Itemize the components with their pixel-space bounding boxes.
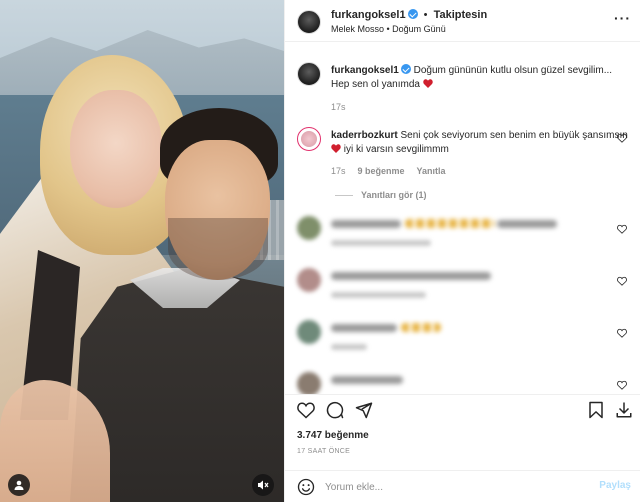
header-separator: • (423, 9, 428, 21)
caption-avatar[interactable] (297, 62, 321, 86)
comment-text-block: kaderrbozkurt Seni çok seviyorum sen ben… (331, 129, 631, 157)
bookmark-icon[interactable] (587, 401, 605, 419)
list-item (297, 372, 629, 394)
follow-status[interactable]: Takiptesin (434, 9, 488, 21)
caption-time: 17s (331, 102, 346, 112)
comment-like-icon[interactable] (617, 328, 627, 338)
caption-text-block: furkangoksel1 Doğum gününün kutlu olsun … (331, 64, 631, 92)
blurred-text (497, 220, 557, 228)
verified-icon (400, 64, 411, 74)
comments-list[interactable]: furkangoksel1 Doğum gününün kutlu olsun … (285, 42, 640, 394)
tag-user-icon[interactable] (8, 474, 30, 496)
list-item (297, 320, 629, 350)
list-item (297, 216, 629, 246)
caption-username[interactable]: furkangoksel1 (331, 65, 399, 76)
heart-emoji-icon (331, 144, 341, 153)
blurred-avatar (297, 320, 321, 344)
blurred-text (331, 324, 397, 332)
blurred-avatar (297, 372, 321, 394)
heart-emoji-icon (423, 79, 433, 88)
comment-like-icon[interactable] (617, 133, 627, 143)
blurred-text (331, 272, 491, 280)
download-icon[interactable] (615, 401, 633, 419)
blurred-avatar (297, 268, 321, 292)
likes-count[interactable]: 3.747 beğenme (297, 430, 369, 441)
list-item (297, 268, 629, 298)
comment-likes[interactable]: 9 beğenme (358, 166, 405, 176)
post-header: furkangoksel1 • Takiptesin Melek Mosso •… (285, 0, 640, 42)
mute-icon[interactable] (252, 474, 274, 496)
share-icon[interactable] (355, 401, 373, 419)
post-comment-button[interactable]: Paylaş (599, 480, 631, 491)
heart-icon[interactable] (297, 401, 315, 419)
comment-icon[interactable] (326, 401, 344, 419)
header-username[interactable]: furkangoksel1 (331, 9, 406, 21)
emoji-icon[interactable] (297, 478, 315, 496)
blurred-meta (331, 292, 426, 298)
comment-text-part2: iyi ki varsın sevgilimmm (343, 144, 449, 155)
header-user-line: furkangoksel1 • Takiptesin (331, 9, 487, 21)
comment-input[interactable] (325, 479, 585, 495)
comment-text-part1: Seni çok seviyorum sen benim en büyük şa… (400, 130, 628, 141)
header-subtitle[interactable]: Melek Mosso • Doğum Günü (331, 24, 446, 34)
comment-like-icon[interactable] (617, 380, 627, 390)
post-sidebar: furkangoksel1 • Takiptesin Melek Mosso •… (284, 0, 640, 502)
blurred-meta (331, 240, 431, 246)
post-photo[interactable] (0, 0, 284, 502)
action-bar (285, 394, 640, 424)
blurred-emoji (401, 323, 441, 332)
avatar[interactable] (297, 10, 321, 34)
comment-time: 17s (331, 166, 346, 176)
add-comment-bar: Paylaş (285, 470, 640, 502)
woman-face (70, 90, 162, 208)
comment-meta: 17s 9 beğenme Yanıtla (331, 166, 446, 176)
blurred-emoji (405, 219, 495, 228)
man-beard (168, 218, 268, 280)
comment-username[interactable]: kaderrbozkurt (331, 130, 398, 141)
view-replies-label[interactable]: Yanıtları gör (1) (361, 190, 427, 200)
blurred-text (331, 376, 403, 384)
blurred-text (331, 220, 401, 228)
verified-icon (407, 9, 418, 19)
more-icon[interactable]: ··· (614, 10, 631, 26)
view-replies[interactable]: Yanıtları gör (1) (335, 190, 427, 200)
comment-avatar[interactable] (297, 127, 321, 151)
blurred-avatar (297, 216, 321, 240)
comment-like-icon[interactable] (617, 224, 627, 234)
comment-like-icon[interactable] (617, 276, 627, 286)
post-time[interactable]: 17 SAAT ÖNCE (297, 448, 350, 455)
reply-button[interactable]: Yanıtla (417, 166, 446, 176)
replies-line (335, 195, 353, 197)
blurred-meta (331, 344, 367, 350)
